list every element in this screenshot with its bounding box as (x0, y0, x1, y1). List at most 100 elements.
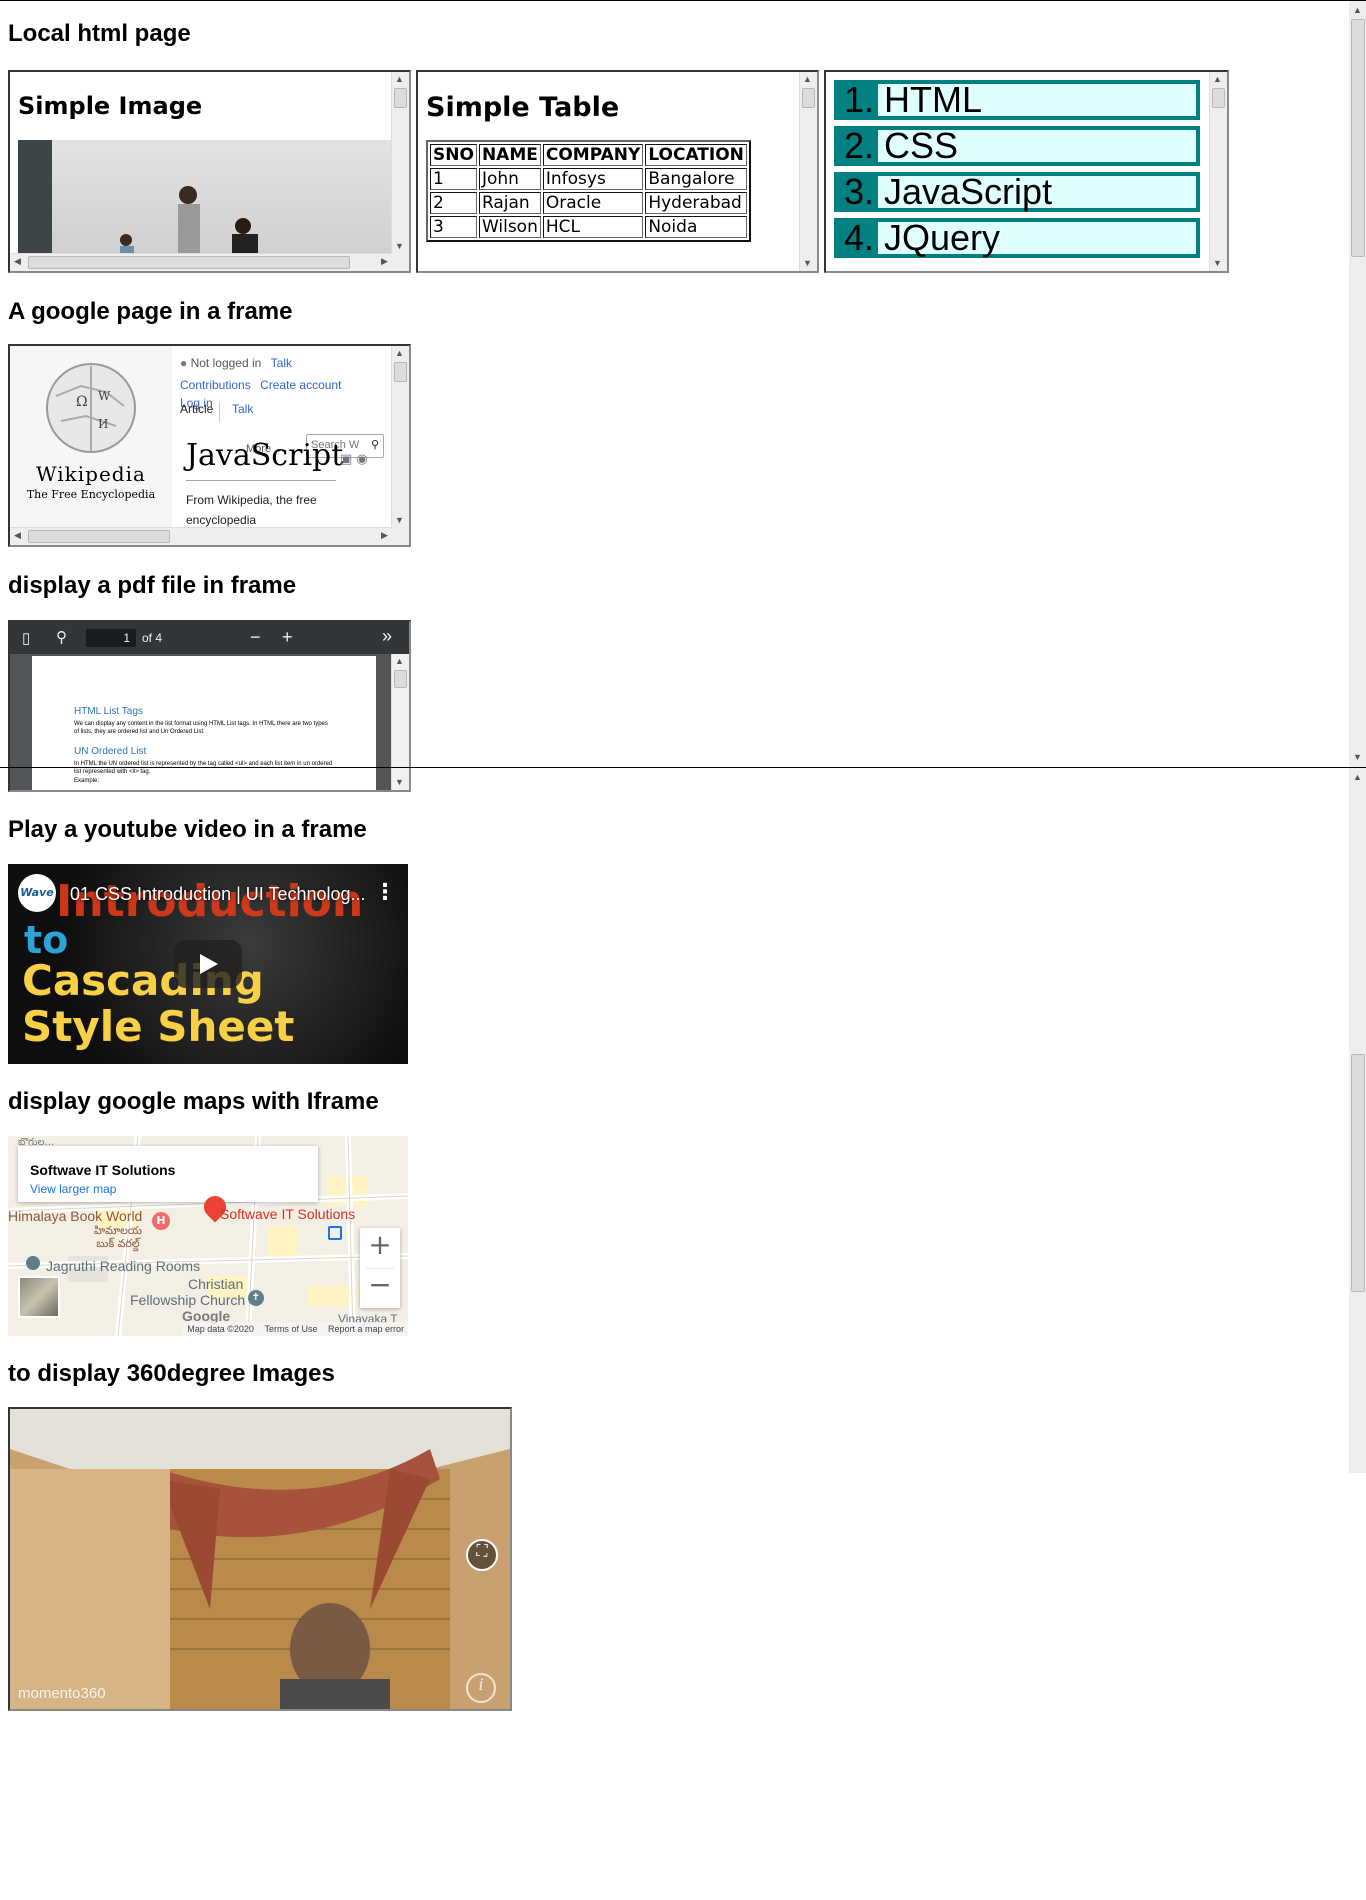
list-item-label: JavaScript (884, 171, 1053, 212)
church-pin-icon[interactable]: ✝ (248, 1290, 264, 1306)
heading-local-html: Local html page (8, 20, 191, 47)
tab-article[interactable]: Article (180, 402, 221, 422)
pdf-paragraph-1: We can display any content in the list f… (74, 721, 328, 735)
list-item: 3. JavaScript (834, 172, 1200, 212)
zoom-out-button[interactable]: − (360, 1268, 400, 1308)
place-name: Softwave IT Solutions (30, 1162, 176, 1178)
simple-table-title: Simple Table (426, 92, 620, 123)
pdf-heading-1: HTML List Tags (74, 706, 143, 717)
simple-image-hscroll[interactable]: ◀ ▶ (10, 253, 392, 271)
svg-text:W: W (98, 389, 111, 403)
zoom-in-button[interactable]: + (360, 1228, 400, 1268)
shopping-pin-icon[interactable]: H (152, 1212, 170, 1230)
simple-table-vscroll[interactable]: ▲ ▼ (799, 72, 817, 271)
heading-360: to display 360degree Images (8, 1360, 335, 1387)
google-map[interactable]: బొగ్గుల... Softwave IT Solutions View la… (8, 1136, 408, 1336)
panorama-image (10, 1409, 510, 1709)
terms-of-use-link[interactable]: Terms of Use (264, 1324, 317, 1334)
list-item-number: 3. (838, 174, 878, 210)
table-cell: HCL (542, 216, 644, 238)
view-larger-map-link[interactable]: View larger map (30, 1182, 116, 1196)
page-scrollbar-thumb[interactable] (1351, 19, 1365, 257)
sidebar-toggle-icon[interactable]: ▯ (22, 629, 30, 647)
pdf-toolbar: ▯ ⚲ 1 of 4 − + » (10, 622, 409, 654)
heading-youtube: Play a youtube video in a frame (8, 816, 367, 843)
table-cell: Infosys (542, 168, 644, 190)
table-header-cell: LOCATION (645, 144, 747, 166)
table-cell: Bangalore (645, 168, 747, 190)
table-row: 2 Rajan Oracle Hyderabad (430, 192, 747, 214)
user-icon: ● (180, 356, 188, 370)
fullscreen-icon[interactable]: ⛶ (466, 1539, 498, 1571)
list-item-number: 1. (838, 82, 878, 118)
marker-label[interactable]: Softwave IT Solutions (220, 1206, 355, 1222)
zoom-out-button[interactable]: − (250, 627, 261, 648)
page-scrollbar-thumb-lower[interactable] (1351, 1054, 1365, 1292)
youtube-player[interactable]: Introduction to Cascading Style Sheet Wa… (8, 864, 408, 1064)
user-talk-link[interactable]: Talk (271, 356, 292, 370)
poi-church-line2[interactable]: Fellowship Church (130, 1292, 245, 1308)
not-logged-in: Not logged in (190, 356, 262, 370)
simple-table-frame[interactable]: Simple Table SNO NAME COMPANY LOCATION 1 Joh… (416, 70, 819, 273)
channel-avatar[interactable]: Wave (18, 874, 56, 912)
table-header-cell: NAME (478, 144, 541, 166)
ordered-list-vscroll[interactable]: ▲ ▼ (1209, 72, 1227, 271)
wikipedia-tagline: The Free Encyclopedia (26, 488, 156, 501)
wikipedia-globe-icon: Ω W И (46, 363, 136, 453)
poi-himalaya[interactable]: Himalaya Book World (8, 1208, 142, 1224)
table-cell: Hyderabad (645, 192, 747, 214)
simple-image-frame[interactable]: Simple Image ▲ ▼ ◀ ▶ (8, 70, 411, 273)
wikipedia-logo[interactable]: Ω W И Wikipedia The Free Encyclopedia (10, 346, 172, 530)
list-item-label: HTML (884, 79, 982, 120)
list-item-number: 4. (838, 220, 878, 256)
momento360-logo[interactable]: momento360 (18, 1685, 106, 1702)
search-icon[interactable]: ⚲ (371, 438, 379, 451)
transit-icon[interactable] (328, 1226, 342, 1240)
zoom-in-button[interactable]: + (282, 627, 293, 648)
table-cell: Oracle (542, 192, 644, 214)
heading-google-page: A google page in a frame (8, 298, 293, 325)
tab-talk[interactable]: Talk (232, 402, 253, 416)
list-item: 1. HTML (834, 80, 1200, 120)
video-title[interactable]: 01 CSS Introduction | UI Technolog... (70, 884, 366, 905)
simple-image-title: Simple Image (18, 92, 203, 120)
table-cell: Rajan (478, 192, 541, 214)
pdf-vscroll[interactable]: ▲ ▼ (391, 654, 409, 790)
table-row: 3 Wilson HCL Noida (430, 216, 747, 238)
info-icon[interactable]: i (466, 1673, 496, 1703)
language-icons[interactable]: ▣ ◉ (340, 452, 368, 467)
poi-jagruthi[interactable]: Jagruthi Reading Rooms (46, 1258, 200, 1274)
wikipedia-hscroll[interactable]: ◀ ▶ (10, 527, 392, 545)
panorama-viewer[interactable]: ⛶ i momento360 (8, 1407, 512, 1711)
table-cell: 2 (430, 192, 477, 214)
report-map-error-link[interactable]: Report a map error (328, 1324, 404, 1334)
wikipedia-vscroll[interactable]: ▲ ▼ (391, 346, 409, 545)
satellite-thumbnail[interactable] (18, 1276, 60, 1318)
list-item: 4. JQuery (834, 218, 1200, 258)
simple-image-vscroll[interactable]: ▲ ▼ (391, 72, 409, 271)
page-scrollbar-bottom[interactable]: ▲ (1349, 768, 1366, 1473)
more-tools-icon[interactable]: » (382, 626, 392, 647)
list-item-label: CSS (884, 125, 959, 166)
contributions-link[interactable]: Contributions (180, 378, 251, 392)
play-button[interactable] (174, 940, 242, 988)
poi-himalaya-local: హిమాలయ బుక్ వరల్డ్ (93, 1224, 143, 1250)
create-account-link[interactable]: Create account (260, 378, 341, 392)
wikipedia-wordmark: Wikipedia (36, 462, 146, 486)
list-item-number: 2. (838, 128, 878, 164)
poi-church-line1[interactable]: Christian (188, 1276, 243, 1292)
place-card: Softwave IT Solutions View larger map (18, 1146, 318, 1202)
svg-text:Ω: Ω (76, 394, 88, 410)
ordered-list-frame[interactable]: 1. HTML 2. CSS 3. JavaScript 4. JQuery ▲ ▼ (824, 70, 1229, 273)
list-item: 2. CSS (834, 126, 1200, 166)
wikipedia-frame[interactable]: Ω W И Wikipedia The Free Encyclopedia ● … (8, 344, 411, 547)
page-number-input[interactable]: 1 (86, 629, 136, 647)
table-cell: Wilson (478, 216, 541, 238)
poi-jagruthi-pin-icon[interactable] (26, 1256, 40, 1270)
map-data-label: Map data ©2020 (187, 1324, 254, 1334)
search-icon[interactable]: ⚲ (56, 628, 67, 646)
map-attribution: Map data ©2020 Terms of Use Report a map… (183, 1322, 408, 1336)
page-scrollbar-top[interactable]: ▲ ▼ (1349, 1, 1366, 767)
table-row: 1 John Infosys Bangalore (430, 168, 747, 190)
kebab-menu-icon[interactable]: ⋮ (374, 880, 396, 905)
